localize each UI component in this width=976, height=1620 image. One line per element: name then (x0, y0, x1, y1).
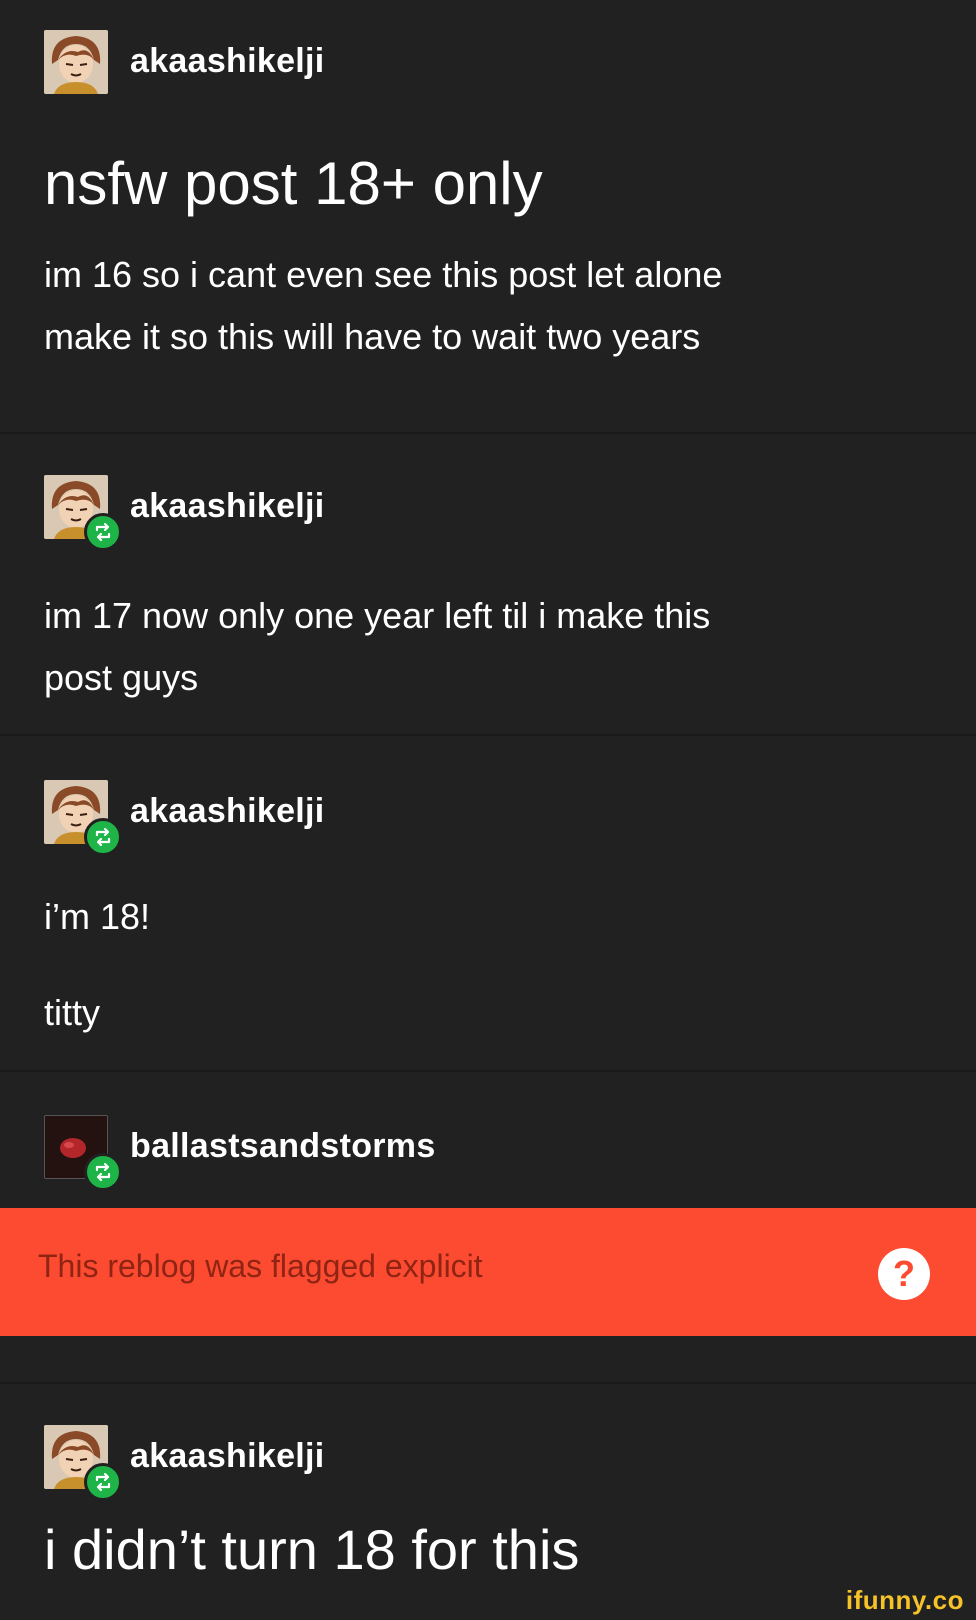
username[interactable]: akaashikelji (130, 487, 325, 526)
reblog-post: akaashikelji i didn’t turn 18 for this (0, 1425, 976, 1585)
flagged-explicit-text: This reblog was flagged explicit (38, 1248, 483, 1284)
post-body-line: titty (44, 992, 101, 1033)
post-body-line: post guys (44, 657, 199, 698)
reblog-post: akaashikelji im 17 now only one year lef… (0, 475, 976, 709)
reblog-icon (84, 1463, 122, 1501)
help-icon[interactable]: ? (878, 1248, 930, 1300)
post-body-line: make it so this will have to wait two ye… (44, 316, 701, 357)
reblog-icon (84, 818, 122, 856)
post-body-line: i didn’t turn 18 for this (44, 1518, 580, 1581)
post-header: akaashikelji (44, 475, 946, 551)
post-body-line: im 16 so i cant even see this post let a… (44, 254, 723, 295)
divider (0, 1070, 976, 1072)
reblog-post: ballastsandstorms (0, 1115, 976, 1191)
post-title: nsfw post 18+ only (44, 150, 543, 217)
avatar-icon[interactable] (44, 30, 108, 94)
post-body-line: i’m 18! (44, 896, 151, 937)
username[interactable]: akaashikelji (130, 42, 325, 81)
reblog-post: akaashikelji i’m 18! titty (0, 780, 976, 1044)
reblog-icon (84, 1153, 122, 1191)
post-header: akaashikelji (44, 30, 946, 96)
flagged-explicit-banner: This reblog was flagged explicit ? (0, 1208, 976, 1336)
username[interactable]: akaashikelji (130, 1437, 325, 1476)
reblog-icon (84, 513, 122, 551)
post-header: ballastsandstorms (44, 1115, 946, 1191)
post-body-line: im 17 now only one year left til i make … (44, 595, 711, 636)
post-original: akaashikelji nsfw post 18+ only im 16 so… (0, 30, 976, 368)
divider (0, 1382, 976, 1384)
post-header: akaashikelji (44, 780, 946, 856)
divider (0, 432, 976, 434)
ifunny-watermark: ifunny.co (845, 1585, 964, 1615)
username[interactable]: akaashikelji (130, 792, 325, 831)
username[interactable]: ballastsandstorms (130, 1127, 436, 1166)
post-header: akaashikelji (44, 1425, 946, 1501)
divider (0, 734, 976, 736)
